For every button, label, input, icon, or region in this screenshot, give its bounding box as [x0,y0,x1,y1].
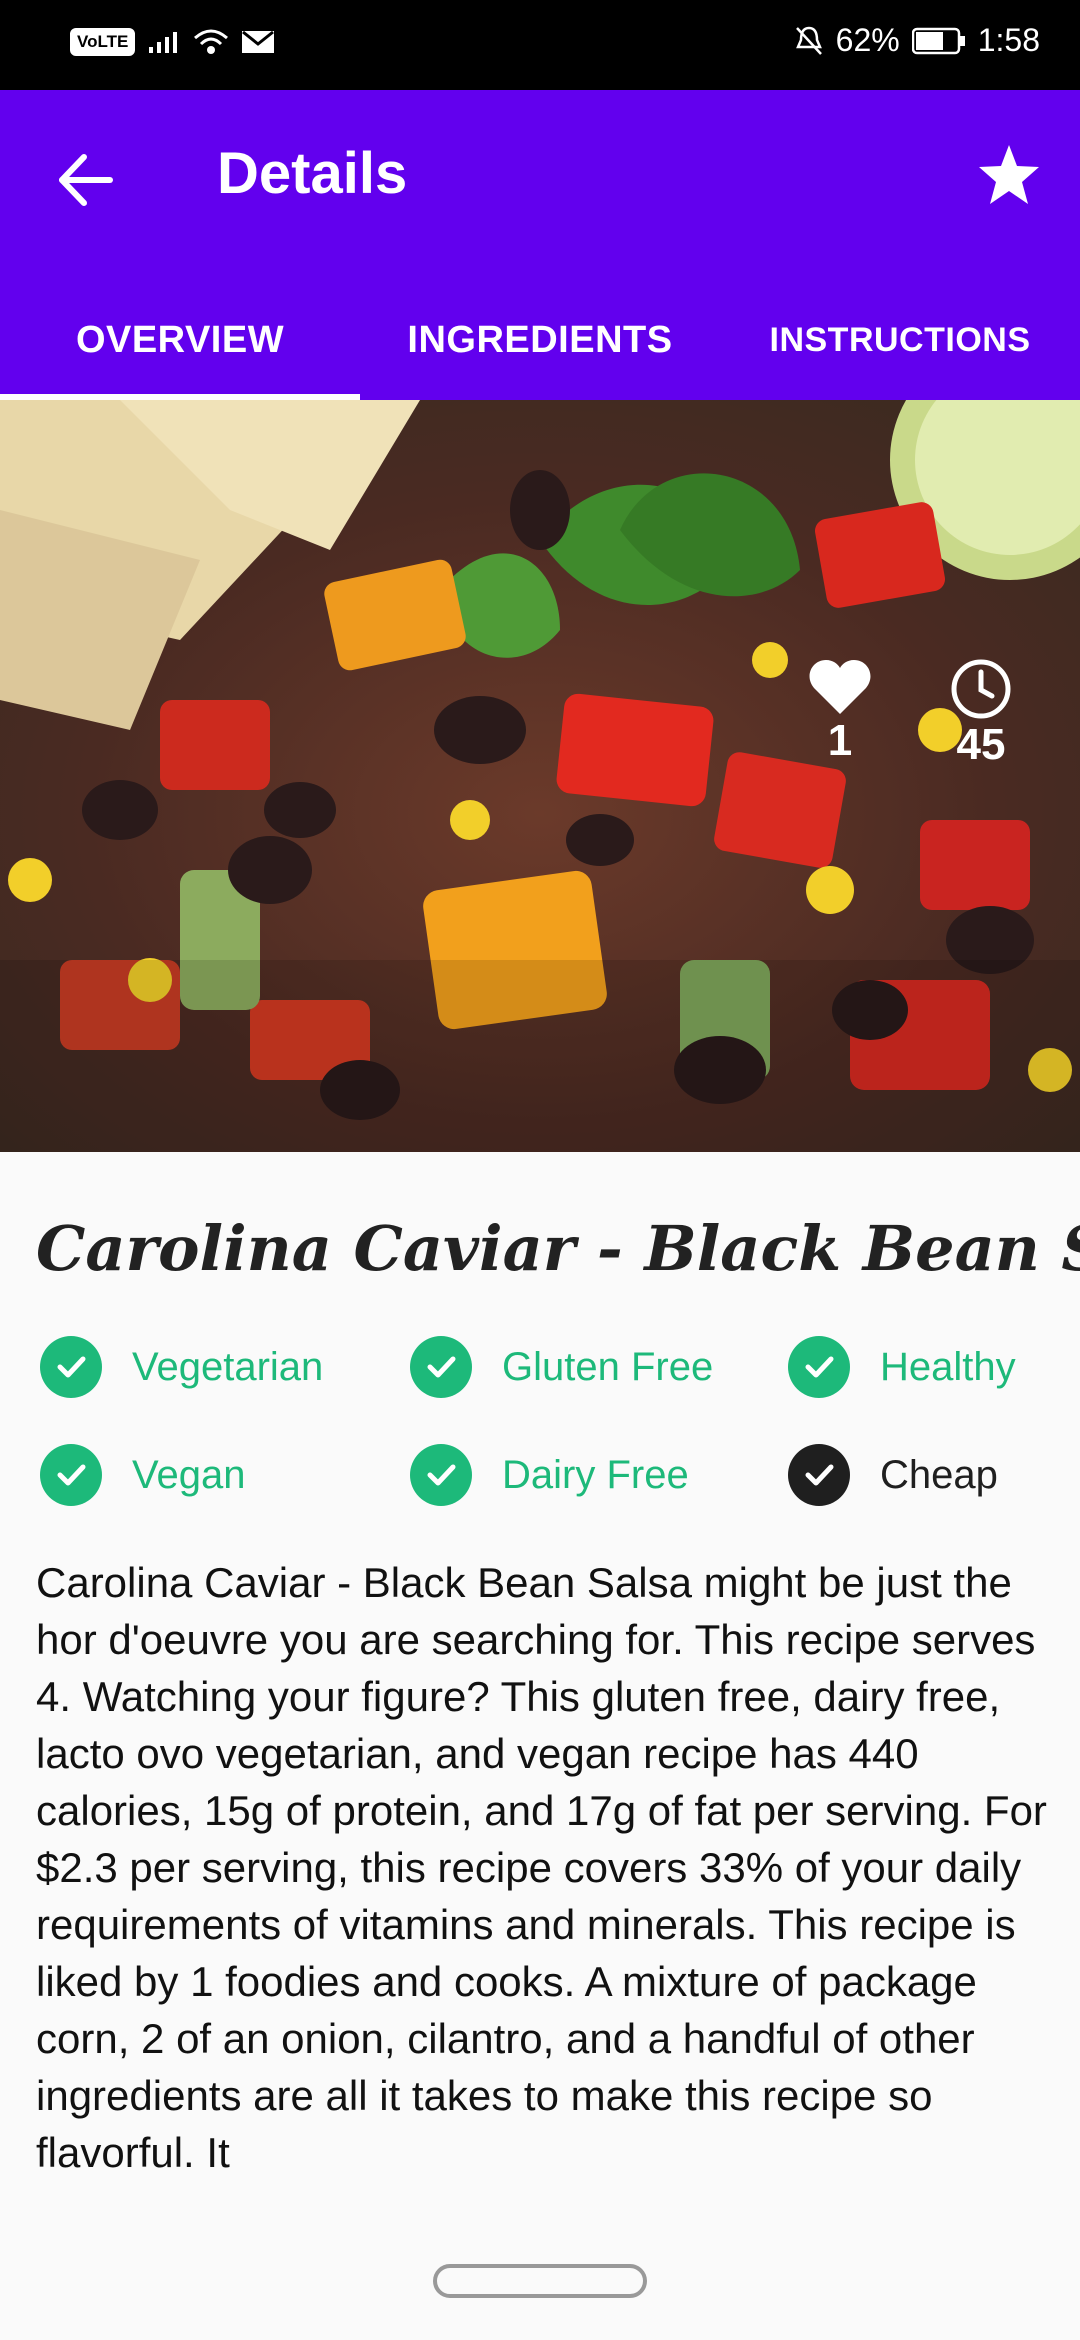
heart-icon [809,660,871,714]
time-stat: 45 [950,658,1012,770]
tab-instructions[interactable]: INSTRUCTIONS [720,280,1080,400]
check-circle-icon [788,1336,850,1398]
battery-percent: 62% [835,22,900,58]
battery-icon [911,27,965,54]
tag-gluten-free: Gluten Free [410,1336,713,1398]
overview-content: Carolina Caviar - Black Bean Salsa Veget… [0,1152,1080,2214]
tag-label: Vegetarian [132,1344,324,1389]
tag-label: Gluten Free [502,1344,714,1389]
check-circle-icon [788,1444,850,1506]
tab-ingredients[interactable]: INGREDIENTS [360,280,720,400]
check-circle-icon [410,1444,472,1506]
signal-icon [149,32,178,53]
check-circle-icon [410,1336,472,1398]
tab-instructions-label: INSTRUCTIONS [769,320,1031,359]
tag-vegetarian: Vegetarian [40,1336,323,1398]
tag-label: Dairy Free [502,1452,689,1497]
tab-ingredients-label: INGREDIENTS [407,318,673,361]
mail-icon [242,30,275,53]
star-icon[interactable] [976,142,1042,208]
check-circle-icon [40,1444,102,1506]
recipe-title: Carolina Caviar - Black Bean Salsa [36,1212,1080,1285]
likes-count: 1 [827,716,853,765]
app-bar: Details OVERVIEW INGREDIENTS INSTRUCTION… [0,90,1080,400]
tab-overview[interactable]: OVERVIEW [0,280,360,400]
tag-cheap: Cheap [788,1444,998,1506]
clock-icon [951,659,1011,719]
tag-vegan: Vegan [40,1444,245,1506]
volte-badge: VoLTE [70,28,136,56]
page-title: Details [217,141,408,206]
mute-bell-icon [795,26,822,55]
check-circle-icon [40,1336,102,1398]
tab-overview-label: OVERVIEW [75,318,285,361]
home-gesture-handle[interactable] [433,2264,647,2298]
minutes-count: 45 [956,720,1006,769]
wifi-icon [194,29,229,54]
tag-label: Vegan [132,1452,246,1497]
tab-bar: OVERVIEW INGREDIENTS INSTRUCTIONS [0,280,1080,400]
tag-healthy: Healthy [788,1336,1016,1398]
status-icons-left: VoLTE [70,28,275,56]
arrow-back-icon[interactable] [52,145,122,215]
likes-stat: 1 [808,658,872,766]
tag-dairy-free: Dairy Free [410,1444,689,1506]
status-bar: VoLTE 62% 1:58 [0,0,1080,90]
recipe-summary: Carolina Caviar - Black Bean Salsa might… [36,1559,1047,2176]
salsa-photo [0,400,1080,1152]
recipe-image: 1 45 [0,400,1080,1152]
tag-label: Healthy [880,1344,1016,1389]
status-icons-right: 62% 1:58 [794,22,1040,59]
navigation-bar [0,2214,1080,2340]
clock: 1:58 [977,22,1040,58]
tag-label: Cheap [880,1452,998,1497]
